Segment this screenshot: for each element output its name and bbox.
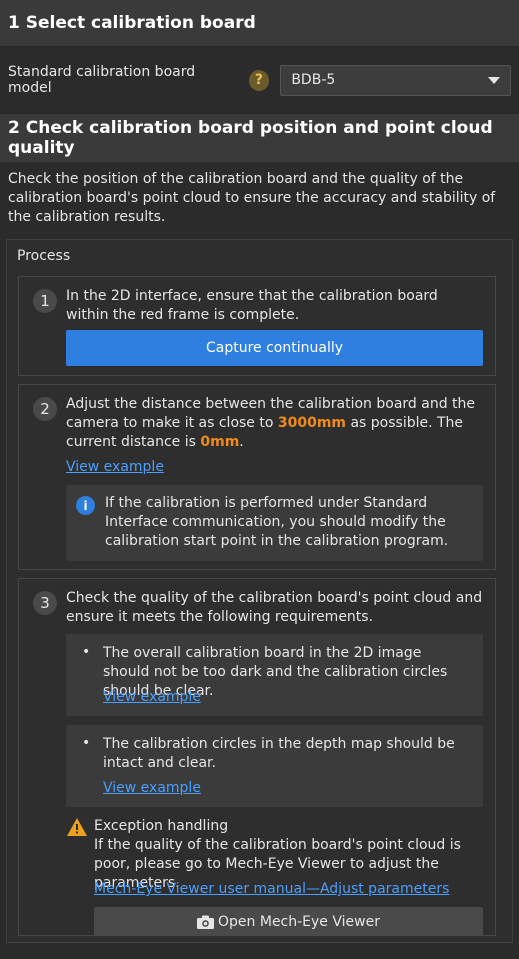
requirement-1: • The overall calibration board in the 2…	[66, 634, 483, 716]
warning-icon	[67, 818, 87, 836]
board-model-label: Standard calibration board model	[8, 64, 196, 96]
step-1-text: In the 2D interface, ensure that the cal…	[66, 288, 438, 323]
info-text: If the calibration is performed under St…	[105, 495, 449, 549]
section-2-intro: Check the position of the calibration bo…	[8, 171, 496, 225]
board-model-value: BDB-5	[291, 72, 336, 88]
step-2-number: 2	[33, 397, 57, 421]
info-box: i If the calibration is performed under …	[66, 485, 483, 561]
camera-icon	[197, 915, 215, 929]
open-mech-eye-viewer-button[interactable]: Open Mech-Eye Viewer	[94, 907, 483, 936]
step-1: 1 In the 2D interface, ensure that the c…	[18, 276, 496, 376]
section-1-header: 1 Select calibration board	[0, 0, 519, 46]
section-2-header: 2 Check calibration board position and p…	[0, 114, 519, 162]
view-example-link-1[interactable]: View example	[66, 459, 164, 475]
bullet: •	[82, 644, 91, 660]
capture-continually-button[interactable]: Capture continually	[66, 330, 483, 366]
step-2: 2 Adjust the distance between the calibr…	[18, 384, 496, 570]
step-3: 3 Check the quality of the calibration b…	[18, 578, 496, 936]
step-3-number: 3	[33, 591, 57, 615]
question-icon[interactable]: ?	[248, 69, 270, 91]
manual-link[interactable]: Mech-Eye Viewer user manual—Adjust param…	[94, 881, 449, 897]
open-viewer-label: Open Mech-Eye Viewer	[218, 913, 380, 930]
view-example-link-2[interactable]: View example	[103, 689, 201, 705]
current-distance: 0mm	[200, 434, 240, 450]
target-distance: 3000mm	[277, 415, 347, 431]
process-title: Process	[17, 248, 71, 264]
section-1-title: 1 Select calibration board	[8, 13, 256, 33]
info-icon: i	[76, 496, 95, 515]
section-2-title: 2 Check calibration board position and p…	[8, 118, 493, 158]
board-model-select[interactable]: BDB-5	[280, 64, 511, 96]
step-2-text: Adjust the distance between the calibrat…	[66, 395, 483, 452]
requirement-2-text: The calibration circles in the depth map…	[103, 736, 455, 771]
exception-title: Exception handling	[94, 818, 229, 834]
step-1-number: 1	[33, 289, 57, 313]
view-example-link-3[interactable]: View example	[103, 780, 201, 796]
step-3-text: Check the quality of the calibration boa…	[66, 590, 483, 625]
requirement-2: • The calibration circles in the depth m…	[66, 725, 483, 807]
board-model-row: Standard calibration board model ? BDB-5	[0, 46, 519, 114]
bullet: •	[82, 735, 91, 751]
process-panel: Process 1 In the 2D interface, ensure th…	[6, 239, 513, 943]
chevron-down-icon	[488, 76, 500, 84]
step-2-text-c: .	[239, 434, 244, 450]
